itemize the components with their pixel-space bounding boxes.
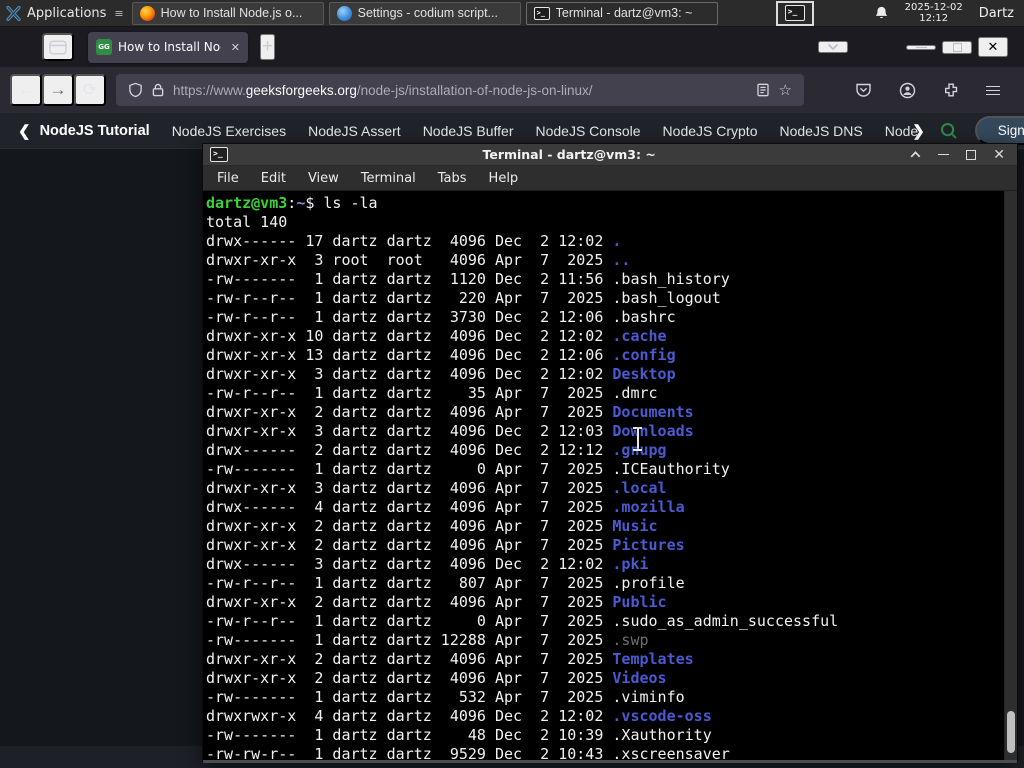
firefox-view-icon bbox=[49, 39, 67, 55]
menu-lines-icon: ≡ bbox=[114, 6, 124, 20]
clock-time: 12:12 bbox=[919, 13, 949, 24]
reader-mode-icon[interactable] bbox=[756, 83, 770, 97]
terminal-icon: >_ bbox=[210, 147, 228, 162]
nav-item[interactable]: NodeJS Buffer bbox=[423, 123, 514, 139]
terminal-content[interactable]: dartz@vm3:~$ ls -la total 140 drwx------ 1… bbox=[203, 191, 1017, 760]
menu-file[interactable]: File bbox=[206, 171, 250, 186]
menu-help[interactable]: Help bbox=[478, 171, 530, 186]
nav-item[interactable]: NodeJS Assert bbox=[308, 123, 401, 139]
taskbar-window-codium[interactable]: Settings - codium script... bbox=[328, 1, 521, 25]
terminal-launcher[interactable]: >_ bbox=[775, 0, 814, 26]
menu-tabs[interactable]: Tabs bbox=[427, 171, 478, 186]
applications-icon bbox=[6, 5, 21, 21]
chevron-down-icon bbox=[827, 43, 839, 51]
geeksforgeeks-favicon: GG bbox=[96, 39, 112, 55]
terminal-bottom-edge[interactable] bbox=[203, 760, 1017, 763]
terminal-icon: >_ bbox=[784, 5, 805, 21]
tab-title: How to Install Node.js on bbox=[118, 40, 221, 54]
sign-in-button[interactable]: Sign In bbox=[974, 116, 1024, 145]
url-prefix: https://www. bbox=[173, 82, 246, 98]
terminal-menubar: File Edit View Terminal Tabs Help bbox=[203, 166, 1017, 191]
nav-item[interactable]: NodeJS Exercises bbox=[172, 123, 286, 139]
navigation-toolbar: ← → ⟳ https://www.geeksforgeeks.org/node… bbox=[0, 67, 1024, 113]
taskbar-window-firefox[interactable]: How to Install Node.js o... bbox=[131, 1, 324, 25]
terminal-scrollbar[interactable] bbox=[1004, 191, 1017, 760]
pocket-icon[interactable] bbox=[855, 82, 872, 98]
clock[interactable]: 2025-12-02 12:12 bbox=[905, 2, 963, 24]
clock-date: 2025-12-02 bbox=[904, 2, 963, 13]
close-icon[interactable]: ✕ bbox=[993, 147, 1005, 163]
codium-icon bbox=[336, 5, 352, 21]
scrollbar-thumb[interactable] bbox=[1007, 711, 1015, 753]
list-tabs-button[interactable] bbox=[818, 41, 848, 53]
shade-window-icon[interactable] bbox=[910, 151, 921, 158]
url-domain: geeksforgeeks.org bbox=[245, 82, 357, 98]
system-tray: 2025-12-02 12:12 Dartz bbox=[874, 0, 1024, 26]
extensions-icon[interactable] bbox=[943, 82, 959, 98]
tab-bar: GG How to Install Node.js on ✕ + ✕ bbox=[0, 27, 1024, 67]
search-button[interactable] bbox=[939, 121, 959, 141]
url-bar[interactable]: https://www.geeksforgeeks.org/node-js/in… bbox=[116, 74, 804, 106]
nav-back-label: NodeJS Tutorial bbox=[39, 122, 150, 139]
terminal-window-controls: ✕ bbox=[910, 147, 1010, 163]
bookmark-star-icon[interactable]: ☆ bbox=[779, 81, 792, 99]
url-text: https://www.geeksforgeeks.org/node-js/in… bbox=[173, 83, 747, 98]
nav-item[interactable]: NodeJS Console bbox=[535, 123, 640, 139]
top-panel: Applications ≡ How to Install Node.js o.… bbox=[0, 0, 1024, 27]
menu-edit[interactable]: Edit bbox=[250, 171, 297, 186]
window-buttons: ✕ bbox=[818, 37, 1024, 57]
maximize-icon bbox=[952, 42, 962, 52]
terminal-output: dartz@vm3:~$ ls -la total 140 drwx------ 1… bbox=[206, 194, 839, 760]
desktop: Applications ≡ How to Install Node.js o.… bbox=[0, 0, 1024, 768]
toolbar-icons bbox=[855, 82, 1014, 99]
maximize-button[interactable] bbox=[942, 40, 972, 54]
applications-label: Applications bbox=[27, 5, 107, 21]
maximize-icon[interactable] bbox=[966, 149, 977, 160]
minimize-icon[interactable] bbox=[938, 154, 950, 155]
user-menu[interactable]: Dartz bbox=[979, 6, 1014, 21]
firefox-view-button[interactable] bbox=[42, 33, 74, 61]
taskbar: How to Install Node.js o... Settings - c… bbox=[131, 0, 718, 26]
reload-button[interactable]: ⟳ bbox=[74, 74, 106, 106]
menu-view[interactable]: View bbox=[297, 171, 350, 186]
firefox-icon bbox=[139, 5, 155, 21]
minimize-icon bbox=[915, 46, 927, 48]
url-path: /node-js/installation-of-node-js-on-linu… bbox=[356, 82, 593, 98]
new-tab-button[interactable]: + bbox=[260, 34, 276, 60]
nav-item[interactable]: NodeJS Crypto bbox=[663, 123, 758, 139]
browser-tab[interactable]: GG How to Install Node.js on ✕ bbox=[88, 31, 248, 63]
menu-hamburger-icon[interactable] bbox=[986, 85, 1000, 95]
forward-button[interactable]: → bbox=[42, 74, 74, 106]
account-icon[interactable] bbox=[899, 82, 916, 99]
terminal-title: Terminal - dartz@vm3: ~ bbox=[482, 147, 656, 162]
lock-icon[interactable] bbox=[152, 83, 164, 97]
terminal-titlebar[interactable]: >_ Terminal - dartz@vm3: ~ ✕ bbox=[203, 144, 1017, 166]
notification-bell-icon[interactable] bbox=[874, 5, 889, 21]
text-cursor bbox=[632, 426, 643, 452]
search-icon bbox=[940, 122, 957, 139]
nav-scroll-right-chevron[interactable]: ❯ bbox=[912, 122, 925, 140]
terminal-window: >_ Terminal - dartz@vm3: ~ ✕ File Edit V… bbox=[202, 143, 1018, 763]
chevron-left-icon: ❮ bbox=[18, 122, 31, 140]
applications-menu-button[interactable]: Applications ≡ bbox=[0, 0, 132, 26]
minimize-button[interactable] bbox=[906, 44, 936, 50]
nav-back-link[interactable]: ❮ NodeJS Tutorial bbox=[18, 122, 150, 140]
tab-close-icon[interactable]: ✕ bbox=[227, 41, 240, 54]
menu-terminal[interactable]: Terminal bbox=[350, 171, 427, 186]
nav-item[interactable]: NodeJS DNS bbox=[779, 123, 862, 139]
close-button[interactable]: ✕ bbox=[978, 37, 1008, 57]
shield-icon[interactable] bbox=[128, 82, 143, 98]
terminal-icon: >_ bbox=[533, 6, 550, 20]
taskbar-window-terminal[interactable]: >_ Terminal - dartz@vm3: ~ bbox=[525, 1, 718, 25]
back-button[interactable]: ← bbox=[10, 74, 42, 106]
